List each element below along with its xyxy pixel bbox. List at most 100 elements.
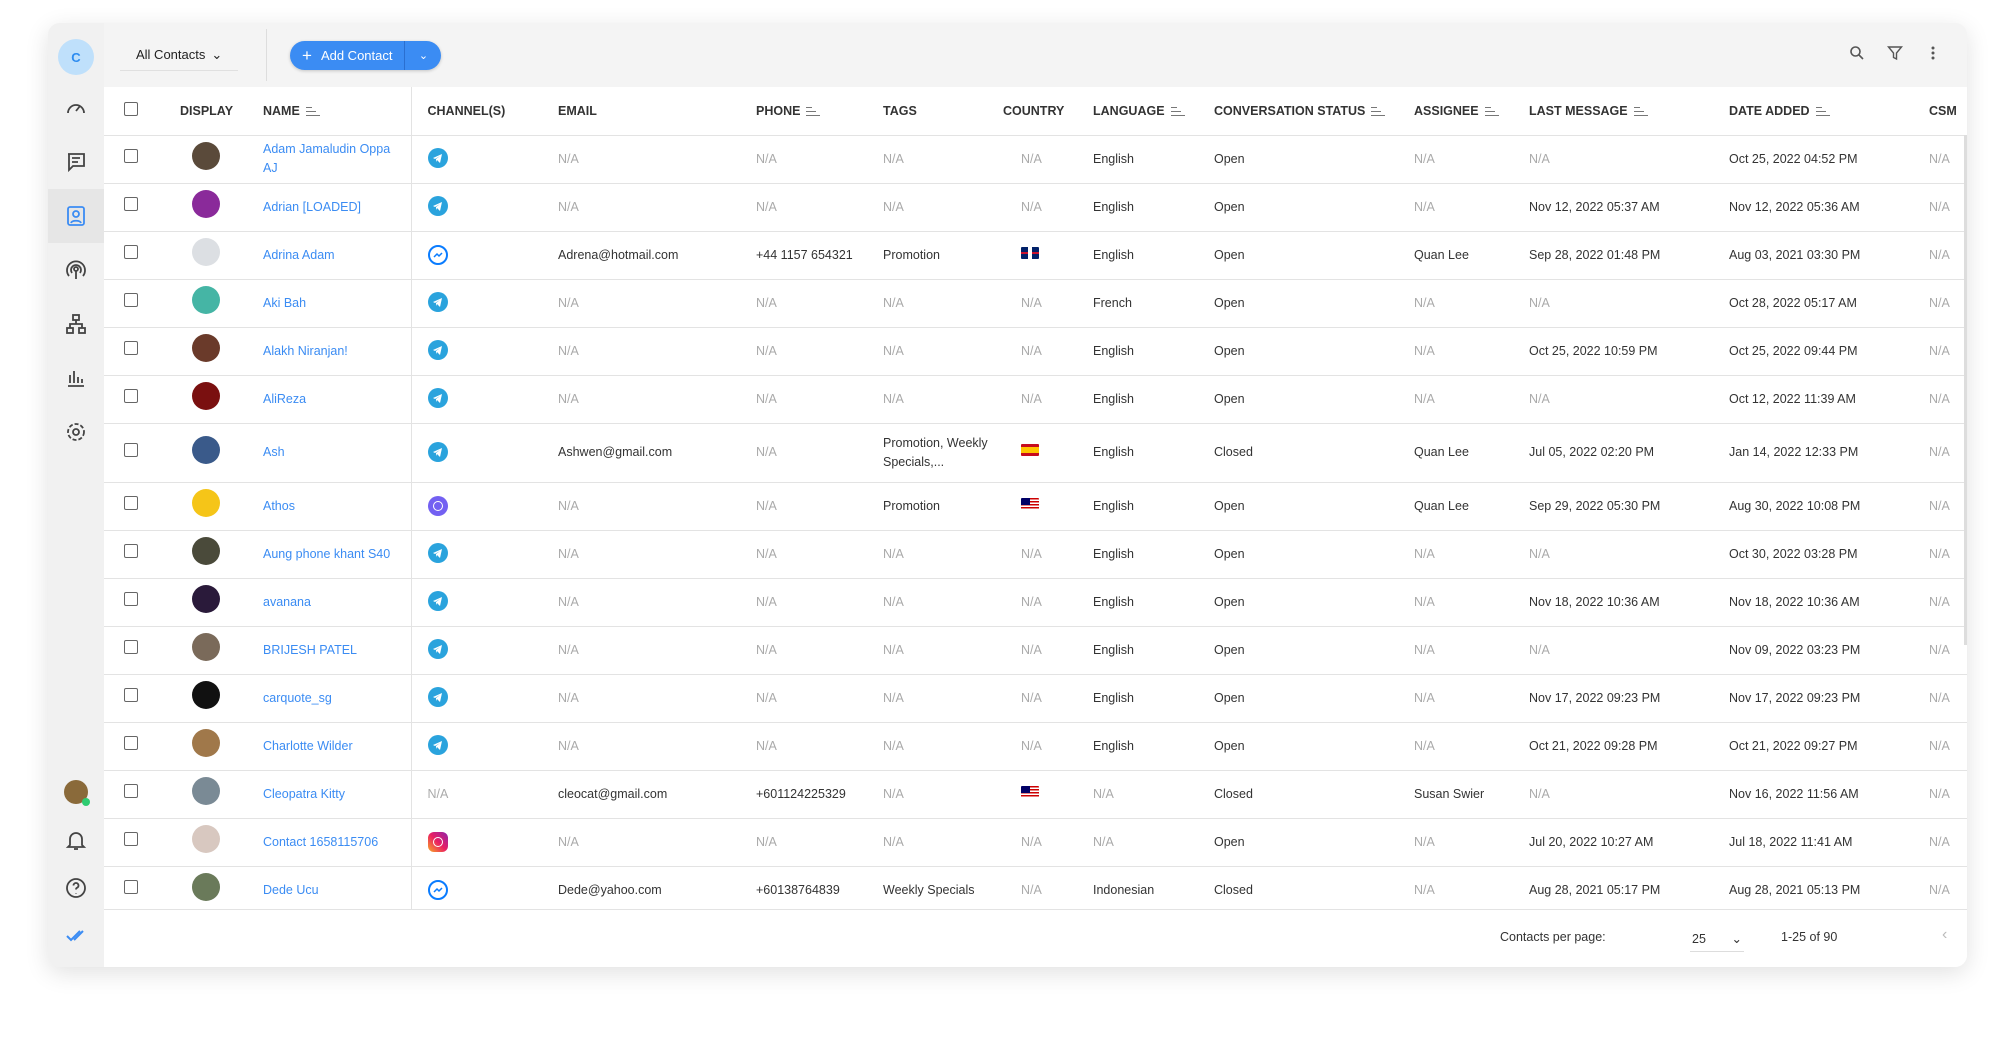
table-row[interactable]: Dede Ucu Dede@yahoo.com +60138764839 Weekl… <box>104 866 1967 915</box>
row-checkbox[interactable] <box>124 784 138 798</box>
cell-language: English <box>1093 738 1134 753</box>
table-row[interactable]: Adam Jamaludin Oppa AJ N/A N/A N/A N/A Engli… <box>104 135 1967 184</box>
cell-date-added: Nov 16, 2022 11:56 AM <box>1729 786 1859 801</box>
table-row[interactable]: Aki Bah N/A N/A N/A N/A French Open N/A N/A Oct … <box>104 279 1967 328</box>
col-assignee[interactable]: ASSIGNEE <box>1414 87 1529 136</box>
profile-avatar[interactable] <box>48 765 104 819</box>
row-checkbox[interactable] <box>124 736 138 750</box>
sort-icon[interactable] <box>1371 106 1386 116</box>
table-row[interactable]: Adrian [LOADED] N/A N/A N/A N/A English Open N… <box>104 183 1967 232</box>
contact-name-link[interactable]: BRIJESH PATEL <box>263 643 357 657</box>
cell-date-added: Oct 21, 2022 09:27 PM <box>1729 738 1858 753</box>
sort-icon[interactable] <box>1484 106 1499 116</box>
per-page-select[interactable]: 25 ⌄ <box>1690 926 1744 952</box>
more-options-icon[interactable] <box>1923 43 1943 63</box>
col-name[interactable]: NAME <box>263 87 410 136</box>
row-checkbox[interactable] <box>124 544 138 558</box>
row-checkbox[interactable] <box>124 245 138 259</box>
row-checkbox[interactable] <box>124 640 138 654</box>
chevron-down-icon: ⌄ <box>418 50 429 62</box>
workflow-icon[interactable] <box>48 297 104 351</box>
cell-date-added: Oct 30, 2022 03:28 PM <box>1729 546 1858 561</box>
contact-name-link[interactable]: Charlotte Wilder <box>263 739 353 753</box>
help-icon[interactable] <box>48 861 104 915</box>
contact-name-link[interactable]: Adrian [LOADED] <box>263 200 361 214</box>
contact-name-link[interactable]: Adrina Adam <box>263 248 335 262</box>
col-status[interactable]: CONVERSATION STATUS <box>1214 87 1414 136</box>
row-checkbox[interactable] <box>124 341 138 355</box>
cell-status: Open <box>1214 690 1245 705</box>
table-row[interactable]: avanana N/A N/A N/A N/A English Open N/A Nov 18… <box>104 578 1967 627</box>
sort-icon[interactable] <box>1633 106 1648 116</box>
table-row[interactable]: Athos N/A N/A Promotion English Open Quan Lee… <box>104 482 1967 531</box>
contact-name-link[interactable]: Athos <box>263 499 295 513</box>
dashboard-icon[interactable] <box>48 81 104 135</box>
filter-icon[interactable] <box>1885 43 1905 63</box>
table-row[interactable]: BRIJESH PATEL N/A N/A N/A N/A English Open N/A… <box>104 626 1967 675</box>
cell-last-message: Nov 17, 2022 09:23 PM <box>1529 690 1661 705</box>
table-row[interactable]: Contact 1658115706 N/A N/A N/A N/A N/A Open N/… <box>104 818 1967 867</box>
table-row[interactable]: Adrina Adam Adrena@hotmail.com +44 1157 6… <box>104 231 1967 280</box>
contact-name-link[interactable]: avanana <box>263 595 311 609</box>
cell-email: Dede@yahoo.com <box>558 882 662 897</box>
table-row[interactable]: carquote_sg N/A N/A N/A N/A English Open N/A No… <box>104 674 1967 723</box>
vertical-scrollbar[interactable] <box>1964 135 1967 645</box>
view-dropdown[interactable]: All Contacts ⌄ <box>120 39 239 71</box>
cell-tags: Promotion <box>883 498 940 513</box>
contact-name-link[interactable]: Aki Bah <box>263 296 306 310</box>
table-row[interactable]: Cleopatra Kitty N/A cleocat@gmail.com +601… <box>104 770 1967 819</box>
row-checkbox[interactable] <box>124 592 138 606</box>
table-row[interactable]: Ash Ashwen@gmail.com N/A Promotion, Weekly… <box>104 423 1967 483</box>
sort-icon[interactable] <box>806 106 821 116</box>
contact-name-link[interactable]: AliReza <box>263 392 306 406</box>
contact-name-link[interactable]: Aung phone khant S40 <box>263 547 390 561</box>
broadcast-icon[interactable] <box>48 243 104 297</box>
settings-icon[interactable] <box>48 405 104 459</box>
contacts-icon[interactable] <box>48 189 104 243</box>
contact-name-link[interactable]: Alakh Niranjan! <box>263 344 348 358</box>
contact-name-link[interactable]: Contact 1658115706 <box>263 835 378 849</box>
add-contact-dropdown[interactable]: ⌄ <box>405 41 441 70</box>
add-contact-button[interactable]: + Add Contact <box>290 41 406 70</box>
cell-csm: N/A <box>1929 247 1950 262</box>
cell-country: N/A <box>1021 295 1042 310</box>
col-country: COUNTRY <box>1003 87 1093 136</box>
cell-country: N/A <box>1021 199 1042 214</box>
col-last-message[interactable]: LAST MESSAGE <box>1529 87 1729 136</box>
row-checkbox[interactable] <box>124 442 138 457</box>
sort-icon[interactable] <box>1170 106 1185 116</box>
table-row[interactable]: Aung phone khant S40 N/A N/A N/A N/A English… <box>104 530 1967 579</box>
cell-phone: N/A <box>756 690 777 705</box>
conversations-icon[interactable] <box>48 135 104 189</box>
col-language[interactable]: LANGUAGE <box>1093 87 1214 136</box>
table-row[interactable]: Charlotte Wilder N/A N/A N/A N/A English Open… <box>104 722 1967 771</box>
col-phone[interactable]: PHONE <box>756 87 883 136</box>
row-checkbox[interactable] <box>124 389 138 403</box>
row-checkbox[interactable] <box>124 496 138 510</box>
prev-page-icon[interactable]: ‹ <box>1942 926 1947 944</box>
row-checkbox[interactable] <box>124 832 138 846</box>
bell-icon[interactable] <box>48 813 104 867</box>
contact-name-link[interactable]: Adam Jamaludin Oppa AJ <box>263 142 390 175</box>
row-checkbox[interactable] <box>124 688 138 702</box>
cell-csm: N/A <box>1929 391 1950 406</box>
row-checkbox[interactable] <box>124 197 138 211</box>
row-checkbox[interactable] <box>124 880 138 894</box>
col-date-added[interactable]: DATE ADDED <box>1729 87 1929 136</box>
select-all-checkbox[interactable] <box>124 102 138 117</box>
contact-name-link[interactable]: Dede Ucu <box>263 883 319 897</box>
sort-icon[interactable] <box>1815 106 1830 116</box>
avatar <box>192 873 220 901</box>
search-icon[interactable] <box>1847 43 1867 63</box>
sort-icon[interactable] <box>305 106 320 116</box>
workspace-avatar[interactable]: C <box>58 39 94 75</box>
row-checkbox[interactable] <box>124 149 138 163</box>
contact-name-link[interactable]: Ash <box>263 445 285 459</box>
cell-language: French <box>1093 295 1132 310</box>
table-row[interactable]: AliReza N/A N/A N/A N/A English Open N/A N/A Oct… <box>104 375 1967 424</box>
reports-icon[interactable] <box>48 351 104 405</box>
table-row[interactable]: Alakh Niranjan! N/A N/A N/A N/A English Open N… <box>104 327 1967 376</box>
contact-name-link[interactable]: carquote_sg <box>263 691 332 705</box>
contact-name-link[interactable]: Cleopatra Kitty <box>263 787 345 801</box>
row-checkbox[interactable] <box>124 293 138 307</box>
